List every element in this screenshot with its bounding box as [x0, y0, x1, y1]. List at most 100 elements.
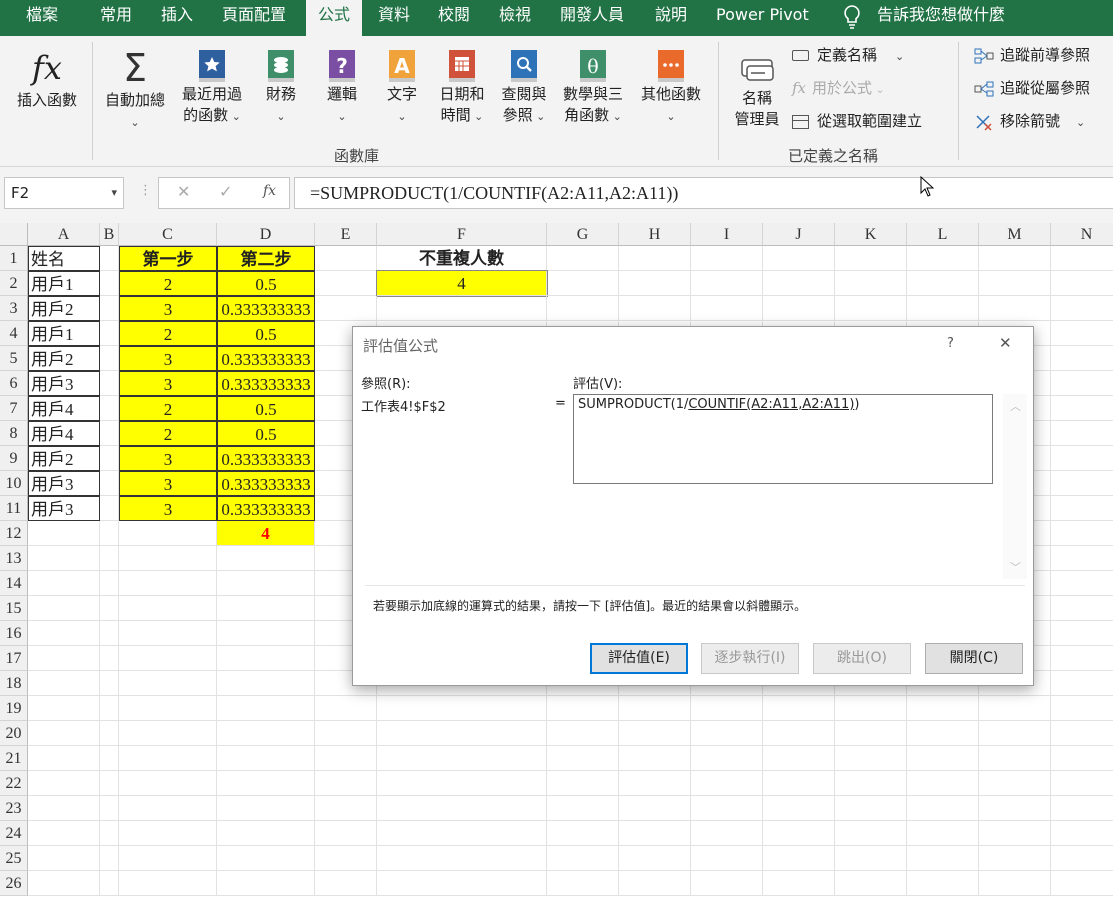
cell-b23[interactable]: [100, 796, 119, 821]
row-header-11[interactable]: 11: [0, 496, 28, 521]
cell-m19[interactable]: [979, 696, 1051, 721]
cell-e24[interactable]: [315, 821, 377, 846]
cell-b25[interactable]: [100, 846, 119, 871]
cell-h21[interactable]: [619, 746, 691, 771]
column-header-e[interactable]: E: [315, 223, 377, 246]
tab-data[interactable]: 資料: [378, 0, 410, 36]
enter-icon[interactable]: ✓: [219, 182, 232, 201]
cell-d24[interactable]: [217, 821, 315, 846]
help-button[interactable]: ?: [947, 336, 954, 351]
math-trig-button[interactable]: θ 數學與三 角函數 ⌄: [557, 48, 629, 127]
cell-e20[interactable]: [315, 721, 377, 746]
cell-b21[interactable]: [100, 746, 119, 771]
cell-d20[interactable]: [217, 721, 315, 746]
cell-m20[interactable]: [979, 721, 1051, 746]
cell-l19[interactable]: [907, 696, 979, 721]
remove-arrows-button[interactable]: 移除箭號 ⌄: [974, 111, 1085, 133]
cell-n17[interactable]: [1051, 646, 1113, 671]
scroll-down-icon[interactable]: ﹀: [1010, 559, 1021, 575]
step-out-button[interactable]: 跳出(O): [813, 643, 911, 674]
cell-j23[interactable]: [763, 796, 835, 821]
cell-c15[interactable]: [119, 596, 217, 621]
cell-b15[interactable]: [100, 596, 119, 621]
cell-g1[interactable]: [547, 246, 619, 271]
cell-n5[interactable]: [1051, 346, 1113, 371]
cell-d21[interactable]: [217, 746, 315, 771]
cell-a7[interactable]: 用戶4: [28, 396, 100, 421]
cell-a12[interactable]: [28, 521, 100, 546]
cell-b13[interactable]: [100, 546, 119, 571]
column-header-k[interactable]: K: [835, 223, 907, 246]
cell-k19[interactable]: [835, 696, 907, 721]
cell-n21[interactable]: [1051, 746, 1113, 771]
logical-button[interactable]: ? 邏輯 ⌄: [318, 48, 366, 127]
tell-me-search[interactable]: 告訴我您想做什麼: [877, 0, 1005, 36]
cell-k21[interactable]: [835, 746, 907, 771]
cell-n13[interactable]: [1051, 546, 1113, 571]
cell-e21[interactable]: [315, 746, 377, 771]
cell-n12[interactable]: [1051, 521, 1113, 546]
cell-n2[interactable]: [1051, 271, 1113, 296]
cell-a10[interactable]: 用戶3: [28, 471, 100, 496]
cell-a11[interactable]: 用戶3: [28, 496, 100, 521]
cell-m3[interactable]: [979, 296, 1051, 321]
cell-b16[interactable]: [100, 621, 119, 646]
cell-d23[interactable]: [217, 796, 315, 821]
cell-k25[interactable]: [835, 846, 907, 871]
cell-k2[interactable]: [835, 271, 907, 296]
cell-d2[interactable]: 0.5: [217, 271, 315, 296]
cell-c20[interactable]: [119, 721, 217, 746]
cell-n3[interactable]: [1051, 296, 1113, 321]
cell-d25[interactable]: [217, 846, 315, 871]
tab-view[interactable]: 檢視: [499, 0, 531, 36]
lookup-reference-button[interactable]: 查閱與 參照 ⌄: [496, 48, 552, 127]
column-header-h[interactable]: H: [619, 223, 691, 246]
cell-b10[interactable]: [100, 471, 119, 496]
column-header-c[interactable]: C: [119, 223, 217, 246]
cell-d22[interactable]: [217, 771, 315, 796]
cell-f20[interactable]: [377, 721, 547, 746]
cell-d10[interactable]: 0.333333333: [217, 471, 315, 496]
column-header-a[interactable]: A: [28, 223, 100, 246]
cell-e23[interactable]: [315, 796, 377, 821]
recently-used-button[interactable]: 最近用過 的函數 ⌄: [176, 48, 248, 127]
cell-a23[interactable]: [28, 796, 100, 821]
cell-j21[interactable]: [763, 746, 835, 771]
cell-i24[interactable]: [691, 821, 763, 846]
cell-c25[interactable]: [119, 846, 217, 871]
drag-handle-icon[interactable]: ⋮: [139, 183, 152, 198]
step-in-button[interactable]: 逐步執行(I): [701, 643, 799, 674]
cell-d19[interactable]: [217, 696, 315, 721]
cell-b2[interactable]: [100, 271, 119, 296]
name-manager-button[interactable]: 名稱 管理員: [728, 50, 786, 130]
cell-l1[interactable]: [907, 246, 979, 271]
evaluation-scrollbar[interactable]: ︿ ﹀: [1003, 394, 1027, 579]
cell-c13[interactable]: [119, 546, 217, 571]
cell-d12[interactable]: 4: [217, 521, 315, 546]
cell-b8[interactable]: [100, 421, 119, 446]
cell-d5[interactable]: 0.333333333: [217, 346, 315, 371]
scroll-up-icon[interactable]: ︿: [1010, 398, 1021, 414]
tab-home[interactable]: 常用: [100, 0, 132, 36]
cell-g21[interactable]: [547, 746, 619, 771]
cell-b22[interactable]: [100, 771, 119, 796]
cell-c4[interactable]: 2: [119, 321, 217, 346]
define-name-button[interactable]: 定義名稱 ⌄: [792, 45, 904, 67]
row-header-14[interactable]: 14: [0, 571, 28, 596]
cell-l22[interactable]: [907, 771, 979, 796]
row-header-1[interactable]: 1: [0, 246, 28, 271]
cell-h22[interactable]: [619, 771, 691, 796]
close-icon[interactable]: ✕: [999, 334, 1012, 352]
cell-f21[interactable]: [377, 746, 547, 771]
cell-d17[interactable]: [217, 646, 315, 671]
row-header-24[interactable]: 24: [0, 821, 28, 846]
date-time-button[interactable]: 日期和 時間 ⌄: [434, 48, 490, 127]
cell-a13[interactable]: [28, 546, 100, 571]
autosum-button[interactable]: Σ 自動加總 ⌄: [100, 48, 170, 133]
cell-d1[interactable]: 第二步: [217, 246, 315, 271]
cell-c10[interactable]: 3: [119, 471, 217, 496]
cell-m24[interactable]: [979, 821, 1051, 846]
cell-j26[interactable]: [763, 871, 835, 896]
row-header-13[interactable]: 13: [0, 546, 28, 571]
cell-j2[interactable]: [763, 271, 835, 296]
